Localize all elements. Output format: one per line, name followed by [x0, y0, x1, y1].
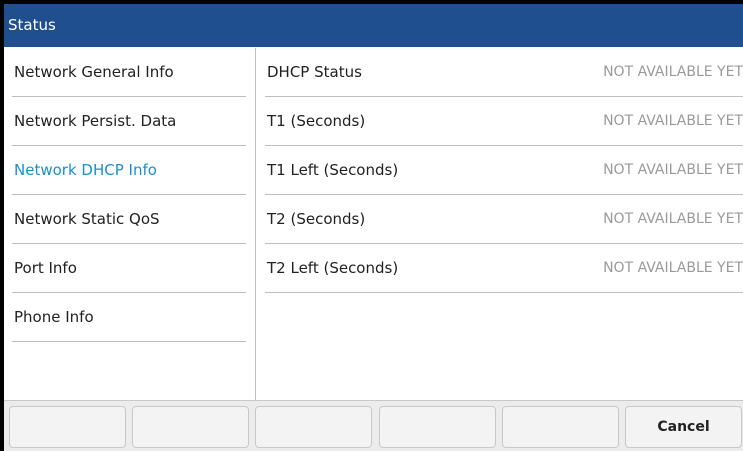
detail-value: NOT AVAILABLE YET — [603, 64, 743, 80]
detail-label: T2 (Seconds) — [267, 210, 366, 228]
detail-value: NOT AVAILABLE YET — [603, 113, 743, 129]
sidebar-item-network-general-info[interactable]: Network General Info — [12, 48, 246, 97]
softkey-3[interactable] — [255, 406, 372, 448]
sidebar: Network General Info Network Persist. Da… — [4, 48, 256, 400]
detail-row-dhcp-status: DHCP Status NOT AVAILABLE YET — [265, 48, 743, 97]
softkey-4[interactable] — [379, 406, 496, 448]
detail-label: T1 (Seconds) — [267, 112, 366, 130]
sidebar-item-port-info[interactable]: Port Info — [12, 244, 246, 293]
detail-label: T2 Left (Seconds) — [267, 259, 399, 277]
detail-label: T1 Left (Seconds) — [267, 161, 399, 179]
sidebar-item-network-static-qos[interactable]: Network Static QoS — [12, 195, 246, 244]
softkey-bar: Cancel — [4, 400, 743, 451]
detail-row-t1: T1 (Seconds) NOT AVAILABLE YET — [265, 97, 743, 146]
sidebar-item-network-persist-data[interactable]: Network Persist. Data — [12, 97, 246, 146]
status-screen: Status Network General Info Network Pers… — [4, 4, 743, 451]
sidebar-item-network-dhcp-info[interactable]: Network DHCP Info — [12, 146, 246, 195]
details-panel: DHCP Status NOT AVAILABLE YET T1 (Second… — [257, 48, 743, 400]
detail-value: NOT AVAILABLE YET — [603, 211, 743, 227]
softkey-2[interactable] — [132, 406, 249, 448]
softkey-1[interactable] — [9, 406, 126, 448]
cancel-button[interactable]: Cancel — [625, 406, 742, 448]
detail-row-t2: T2 (Seconds) NOT AVAILABLE YET — [265, 195, 743, 244]
page-title: Status — [4, 4, 743, 47]
detail-value: NOT AVAILABLE YET — [603, 162, 743, 178]
detail-row-t1-left: T1 Left (Seconds) NOT AVAILABLE YET — [265, 146, 743, 195]
detail-label: DHCP Status — [267, 63, 362, 81]
sidebar-item-phone-info[interactable]: Phone Info — [12, 293, 246, 342]
detail-value: NOT AVAILABLE YET — [603, 260, 743, 276]
softkey-5[interactable] — [502, 406, 619, 448]
detail-row-t2-left: T2 Left (Seconds) NOT AVAILABLE YET — [265, 244, 743, 293]
